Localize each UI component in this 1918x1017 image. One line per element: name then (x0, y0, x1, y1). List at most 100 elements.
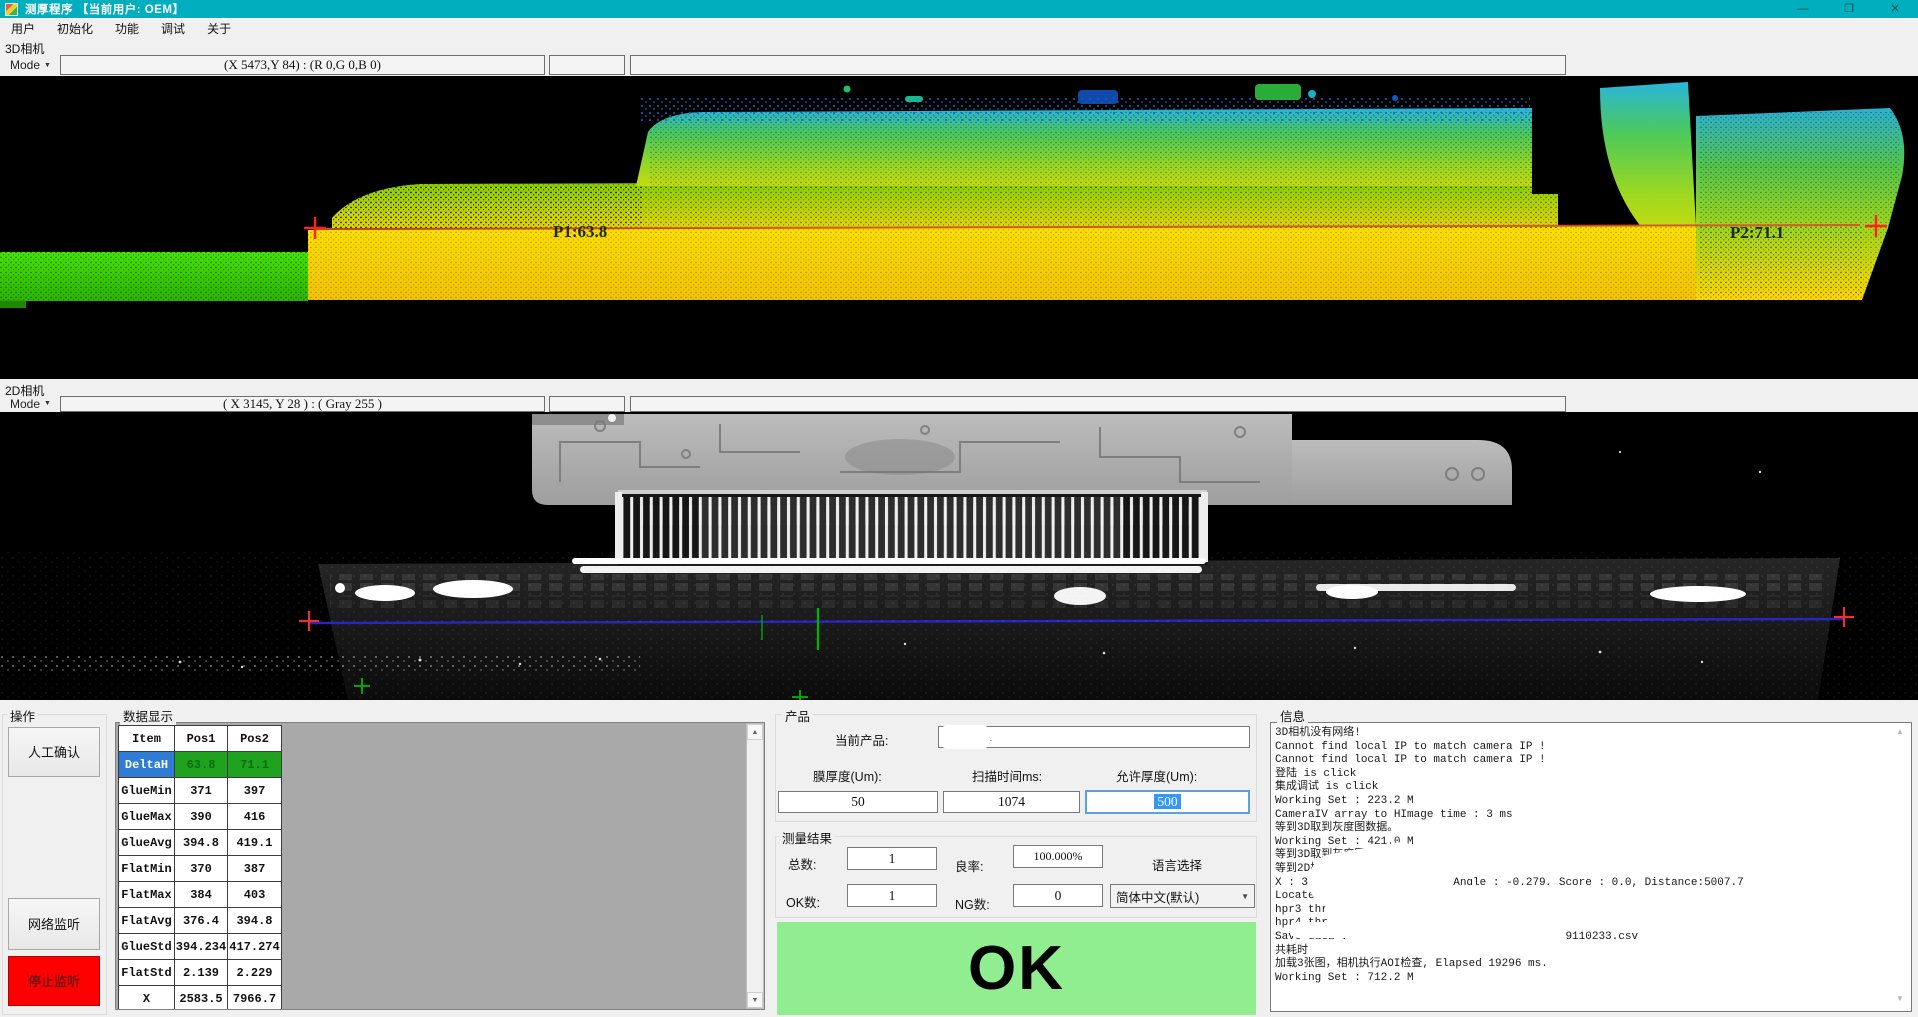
table-row[interactable]: GlueAvg 394.8 419.1 (119, 830, 282, 856)
p1-annotation: P1:63.8 (553, 222, 607, 241)
item-cell[interactable]: DeltaH (119, 752, 175, 778)
pos2-cell[interactable]: 71.1 (228, 752, 282, 778)
item-cell[interactable]: GlueStd (119, 934, 175, 960)
pos2-cell[interactable]: 7966.7 (228, 986, 282, 1011)
pos2-cell[interactable]: 419.1 (228, 830, 282, 856)
pos2-cell[interactable]: 397 (228, 778, 282, 804)
pos2-cell[interactable]: 416 (228, 804, 282, 830)
table-row[interactable]: X 2583.5 7966.7 (119, 986, 282, 1011)
ng-count-field[interactable]: 0 (1013, 884, 1103, 907)
scroll-down-arrow[interactable]: ▼ (747, 992, 763, 1008)
data-display-group-title: 数据显示 (120, 706, 176, 725)
camera3d-mode-dropdown[interactable]: Mode ▼ (4, 57, 57, 73)
item-cell[interactable]: FlatStd (119, 960, 175, 986)
log-line: 3D相机没有网络! (1275, 727, 1907, 741)
pos2-cell[interactable]: 403 (228, 882, 282, 908)
menu-function[interactable]: 功能 (104, 19, 150, 39)
film-thickness-input[interactable] (778, 791, 938, 813)
item-cell[interactable]: GlueMin (119, 778, 175, 804)
operation-group-title: 操作 (7, 706, 38, 725)
camera3d-status-box2 (549, 55, 625, 75)
item-cell[interactable]: FlatMax (119, 882, 175, 908)
table-row[interactable]: GlueStd 394.234 417.274 (119, 934, 282, 960)
pos1-cell[interactable]: 371 (175, 778, 228, 804)
pos2-cell[interactable]: 417.274 (228, 934, 282, 960)
pos1-cell[interactable]: 370 (175, 856, 228, 882)
info-scroll-down-icon[interactable]: ▼ (1896, 994, 1904, 1003)
menu-user[interactable]: 用户 (0, 19, 46, 39)
column-header[interactable]: Pos2 (228, 726, 282, 752)
pos1-cell[interactable]: 390 (175, 804, 228, 830)
ok-count-label: OK数: (786, 892, 820, 911)
p2-annotation: P2:71.1 (1730, 223, 1784, 242)
log-line: 登陆 is click (1275, 768, 1907, 782)
window-title: 测厚程序 【当前用户: OEM】 (25, 1, 184, 17)
log-line: 共耗时 (1275, 945, 1907, 959)
menu-init[interactable]: 初始化 (46, 19, 104, 39)
ng-count-label: NG数: (955, 894, 990, 913)
table-row[interactable]: FlatAvg 376.4 394.8 (119, 908, 282, 934)
mode-label: Mode (10, 58, 40, 72)
allow-thickness-value: 500 (1154, 794, 1180, 809)
item-cell[interactable]: X (119, 986, 175, 1011)
column-header[interactable]: Pos1 (175, 726, 228, 752)
ok-count-field[interactable]: 1 (847, 884, 937, 907)
table-row[interactable]: FlatMax 384 403 (119, 882, 282, 908)
log-line: 集成调试 is click (1275, 781, 1907, 795)
redaction-smudge (1290, 922, 1410, 938)
camera3d-status-box3 (630, 55, 1566, 75)
camera2d-mode-dropdown[interactable]: Mode ▼ (4, 396, 57, 412)
info-group-title: 信息 (1277, 706, 1308, 725)
yield-field[interactable]: 100.000% (1013, 845, 1103, 868)
language-select[interactable]: 简体中文(默认) ▼ (1110, 884, 1255, 908)
info-scroll-up-icon[interactable]: ▲ (1896, 727, 1904, 736)
log-line: Cannot find local IP to match camera IP … (1275, 741, 1907, 755)
log-line: Working Set : 712.2 M (1275, 972, 1907, 986)
status-result-box: OK (777, 922, 1256, 1015)
maximize-button[interactable]: ❐ (1826, 0, 1872, 18)
column-header[interactable]: Item (119, 726, 175, 752)
camera2d-status-box2 (549, 396, 625, 412)
3d-heatmap-image[interactable]: P1:63.8 P2:71.1 (0, 76, 1918, 379)
chevron-down-icon: ▼ (44, 62, 51, 69)
menu-bar: 用户 初始化 功能 调试 关于 (0, 18, 1918, 38)
item-cell[interactable]: FlatAvg (119, 908, 175, 934)
2d-camera-image[interactable] (0, 412, 1918, 700)
table-scrollbar[interactable]: ▲ ▼ (746, 723, 764, 1009)
pos1-cell[interactable]: 63.8 (175, 752, 228, 778)
table-row[interactable]: FlatMin 370 387 (119, 856, 282, 882)
pos1-cell[interactable]: 394.8 (175, 830, 228, 856)
pos1-cell[interactable]: 384 (175, 882, 228, 908)
table-row[interactable]: DeltaH 63.8 71.1 (119, 752, 282, 778)
table-row[interactable]: GlueMax 390 416 (119, 804, 282, 830)
title-bar: 测厚程序 【当前用户: OEM】 — ❐ ✕ (0, 0, 1918, 18)
table-row[interactable]: FlatStd 2.139 2.229 (119, 960, 282, 986)
log-line: CameraIV array to HImage time : 3 ms (1275, 809, 1907, 823)
menu-debug[interactable]: 调试 (150, 19, 196, 39)
item-cell[interactable]: GlueAvg (119, 830, 175, 856)
log-line: Working Set : 223.2 M (1275, 795, 1907, 809)
scan-time-input[interactable] (943, 791, 1080, 813)
item-cell[interactable]: GlueMax (119, 804, 175, 830)
menu-about[interactable]: 关于 (196, 19, 242, 39)
pos2-cell[interactable]: 2.229 (228, 960, 282, 986)
results-group-title: 测量结果 (779, 828, 835, 847)
pos2-cell[interactable]: 394.8 (228, 908, 282, 934)
network-listen-button[interactable]: 网络监听 (8, 898, 100, 950)
table-row[interactable]: GlueMin 371 397 (119, 778, 282, 804)
pos1-cell[interactable]: 376.4 (175, 908, 228, 934)
camera2d-status-box3 (630, 396, 1566, 412)
allow-thickness-input[interactable]: 500 (1085, 790, 1250, 814)
stop-listen-button[interactable]: 停止监听 (8, 956, 100, 1006)
total-field[interactable]: 1 (847, 847, 937, 870)
scroll-up-arrow[interactable]: ▲ (747, 724, 763, 740)
close-button[interactable]: ✕ (1872, 0, 1918, 18)
pos1-cell[interactable]: 2.139 (175, 960, 228, 986)
camera3d-pixel-status: (X 5473,Y 84) : (R 0,G 0,B 0) (60, 55, 545, 75)
minimize-button[interactable]: — (1780, 0, 1826, 18)
pos1-cell[interactable]: 2583.5 (175, 986, 228, 1011)
manual-confirm-button[interactable]: 人工确认 (8, 727, 100, 777)
item-cell[interactable]: FlatMin (119, 856, 175, 882)
pos1-cell[interactable]: 394.234 (175, 934, 228, 960)
pos2-cell[interactable]: 387 (228, 856, 282, 882)
